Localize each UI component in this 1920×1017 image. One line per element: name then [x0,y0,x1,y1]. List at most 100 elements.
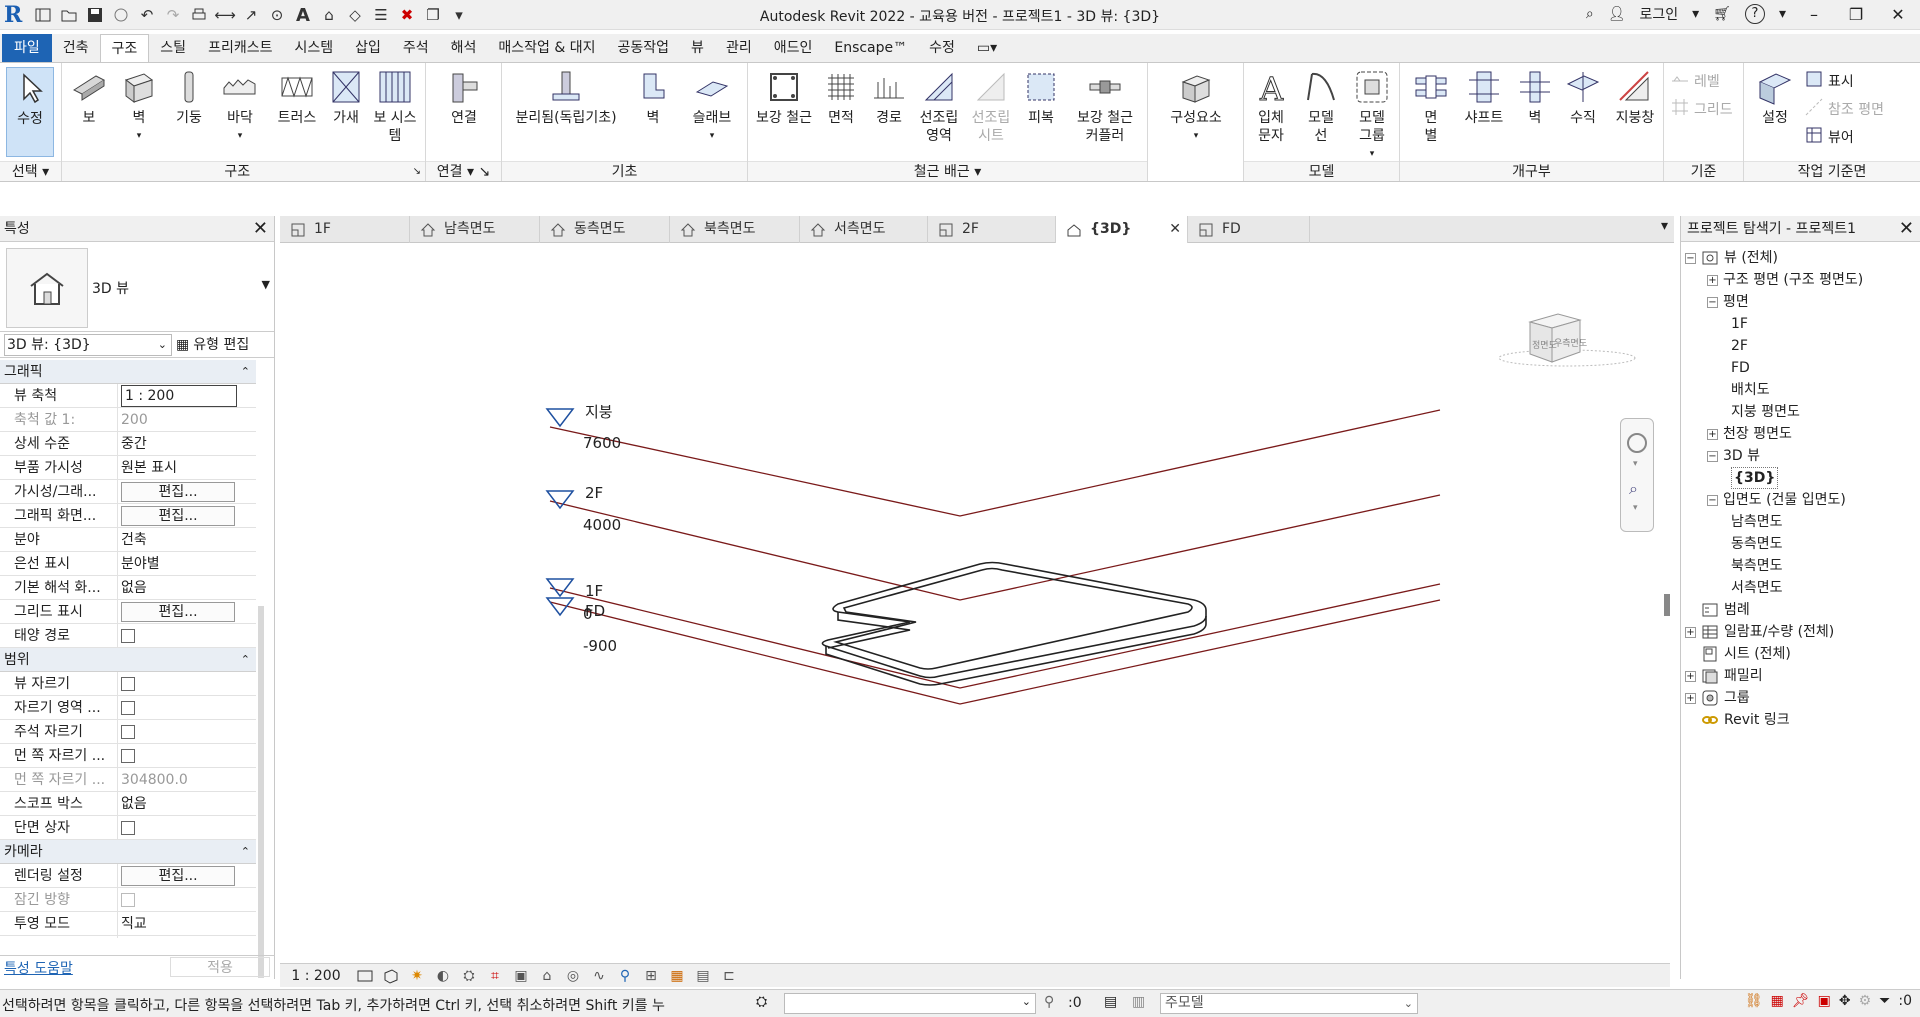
model-text-button[interactable]: A 입체 문자 [1248,67,1294,145]
view-tab[interactable]: 북측면도 [670,216,800,243]
view-tab[interactable]: 동측면도 [540,216,670,243]
dormer-button[interactable]: 지붕창 [1608,67,1662,127]
property-checkbox[interactable] [121,821,135,835]
browser-node[interactable]: {3D} [1731,467,1779,489]
zoom-icon[interactable]: ⌕ [1629,479,1638,499]
collapse-icon[interactable]: − [1707,296,1718,308]
drawing-canvas[interactable]: 지붕 7600 2F 4000 1F 0 FD -900 [280,244,1659,963]
select-pinned-icon[interactable]: 📌︎ [1792,993,1810,1009]
edit-button[interactable]: 편집... [121,482,235,502]
expand-icon[interactable]: + [1685,692,1696,704]
tab-insert[interactable]: 삽입 [344,34,392,62]
struct-wall-button[interactable]: 벽 ▾ [116,67,162,145]
expand-icon[interactable]: + [1685,670,1696,682]
browser-node[interactable]: 지붕 평면도 [1731,402,1800,422]
search-binoculars-icon[interactable]: ⌕ [1586,6,1594,22]
drag-elements-icon[interactable]: ✥ [1839,993,1851,1009]
property-value[interactable]: 건축 [121,532,147,548]
nav-dropdown-icon[interactable]: ▾ [1633,459,1638,469]
cart-icon[interactable]: 🛒︎ [1713,6,1731,22]
main-model-select[interactable]: 주모델 ⌄ [1160,993,1418,1014]
show-crop-icon[interactable]: ▣ [508,966,534,986]
level-elevation-label[interactable]: -900 [583,637,617,655]
edit-button[interactable]: 편집... [121,602,235,622]
fabric-area-button[interactable]: 선조립 영역 [914,67,964,145]
component-button[interactable]: 구성요소 ▾ [1162,67,1230,145]
beam-button[interactable]: 보 [66,67,112,127]
floor-button[interactable]: 바닥 ▾ [214,67,266,145]
browser-node[interactable]: 남측면도 [1731,512,1783,532]
property-checkbox[interactable] [121,749,135,763]
browser-node[interactable]: 북측면도 [1731,556,1783,576]
collapse-icon[interactable]: − [1707,494,1718,506]
expand-icon[interactable]: + [1707,274,1718,286]
property-checkbox[interactable] [121,701,135,715]
close-tab-icon[interactable]: ✕ [1169,216,1181,243]
browser-node[interactable]: 동측면도 [1731,534,1783,554]
browser-node[interactable]: 시트 (전체) [1685,644,1791,664]
browser-node[interactable]: −3D 뷰 [1707,446,1760,466]
connection-button[interactable]: 연결 [438,67,490,127]
status-workset-field[interactable]: ⌄ [784,993,1036,1014]
apply-button[interactable]: 적용 [170,957,270,977]
reveal-constraints-icon[interactable]: ▤ [690,966,716,986]
column-button[interactable]: 기둥 [166,67,212,127]
browser-node[interactable]: 서측면도 [1731,578,1783,598]
select-underlay-icon[interactable]: ▦ [1771,993,1784,1009]
view-tab[interactable]: 서측면도 [800,216,928,243]
tab-file[interactable]: 파일 [2,34,52,62]
edit-type-button[interactable]: ▦ 유형 편집 [176,334,249,356]
group-title-rebar[interactable]: 철근 배근 ▾ [748,161,1147,181]
level-elevation-label[interactable]: 7600 [583,434,621,452]
rebar-button[interactable]: 보강 철근 [752,67,816,127]
browser-node[interactable]: 2F [1731,336,1748,356]
detail-level-icon[interactable] [352,966,378,986]
view-tab[interactable]: 1F [280,216,410,243]
tab-addins[interactable]: 애드인 [763,34,824,62]
slab-button[interactable]: 슬래브 ▾ [682,67,742,145]
design-option-icon[interactable]: ▤ [1104,994,1117,1010]
path-reinforcement-button[interactable]: 경로 [866,67,912,127]
property-value[interactable]: 중간 [121,436,147,452]
properties-scrollbar[interactable] [258,606,264,978]
browser-node[interactable]: FD [1731,358,1750,378]
view-scale[interactable]: 1 : 200 [280,968,352,984]
view-tab[interactable]: {3D} ✕ [1056,216,1188,243]
tab-annotate[interactable]: 주석 [392,34,440,62]
zoom-dropdown-icon[interactable]: ▾ [1633,503,1638,513]
wall-opening-button[interactable]: 벽 [1512,67,1558,127]
group-title-select[interactable]: 선택 ▾ [0,161,61,181]
view-tab[interactable]: FD [1188,216,1310,243]
expand-icon[interactable]: + [1685,626,1696,638]
tab-enscape[interactable]: Enscape™ [823,34,918,62]
close-icon[interactable]: ✕ [1899,216,1914,242]
browser-node[interactable]: + 그룹 [1685,688,1750,708]
property-value[interactable]: 없음 [121,580,147,596]
minimize-button[interactable]: – [1800,3,1828,25]
edit-requests-icon[interactable]: ⚲ [1044,994,1054,1010]
filter-icon[interactable]: ⏷ [1879,993,1890,1009]
visual-style-icon[interactable] [378,966,404,986]
browser-node[interactable]: Revit 링크 [1685,710,1790,730]
grid-button[interactable]: 그리드 [1670,97,1733,121]
browser-node[interactable]: − 평면 [1707,292,1749,312]
sun-path-icon[interactable]: ✷ [404,966,430,986]
tab-collaborate[interactable]: 공동작업 [607,34,681,62]
property-value[interactable]: 직교 [121,916,147,932]
cover-button[interactable]: 피복 [1018,67,1064,127]
status-tool-icon[interactable]: ⛭ [756,994,767,1010]
reveal-hidden-icon[interactable]: ∿ [586,966,612,986]
set-workplane-button[interactable]: 설정 [1752,67,1798,127]
tab-steel[interactable]: 스틸 [149,34,197,62]
analytical-model-icon[interactable]: ⊞ [638,966,664,986]
group-title-connection[interactable]: 연결 ▾ ↘ [426,161,501,181]
edit-button[interactable]: 편집... [121,866,235,886]
viewer-button[interactable]: 뷰어 [1804,125,1854,149]
highlight-displacement-icon[interactable]: ▦ [664,966,690,986]
property-checkbox[interactable] [121,893,135,907]
shadows-icon[interactable]: ◐ [430,966,456,986]
edit-button[interactable]: 편집... [121,506,235,526]
browser-node[interactable]: − 입면도 (건물 입면도) [1707,490,1846,510]
shaft-button[interactable]: 샤프트 [1456,67,1512,127]
help-dropdown-icon[interactable]: ▾ [1779,6,1786,22]
